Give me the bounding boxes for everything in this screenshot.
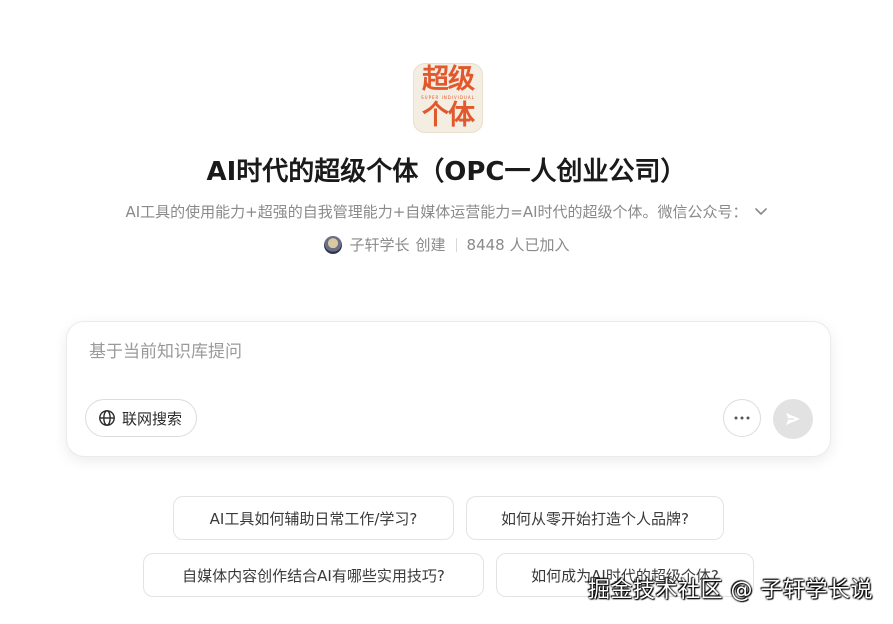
suggestion-chip[interactable]: 如何从零开始打造个人品牌?: [466, 496, 724, 540]
web-search-button[interactable]: 联网搜索: [85, 399, 198, 437]
send-button[interactable]: [773, 399, 813, 439]
description-row[interactable]: AI工具的使用能力+超强的自我管理能力+自媒体运营能力=AI时代的超级个体。微信…: [0, 201, 893, 224]
creator-meta: 子轩学长 创建 8448 人已加入: [0, 234, 893, 256]
member-count: 8448 人已加入: [466, 236, 570, 254]
knowledge-base-logo: 超级 SUPER INDIVIDUAL 个体: [413, 63, 483, 133]
send-icon: [786, 413, 800, 425]
logo-text-top: 超级: [422, 64, 475, 95]
meta-divider: [455, 238, 457, 252]
chevron-down-icon[interactable]: [754, 202, 768, 224]
question-input[interactable]: [89, 342, 789, 362]
ellipsis-icon: [734, 416, 750, 420]
description-text: AI工具的使用能力+超强的自我管理能力+自媒体运营能力=AI时代的超级个体。微信…: [125, 203, 748, 221]
more-options-button[interactable]: [723, 399, 761, 437]
source-watermark: 掘金技术社区 @ 子轩学长说: [588, 578, 873, 603]
logo-text-bottom: 个体: [422, 100, 475, 131]
suggestion-chip[interactable]: 自媒体内容创作结合AI有哪些实用技巧?: [143, 553, 484, 597]
question-composer: 联网搜索: [66, 321, 831, 457]
globe-icon: [99, 410, 115, 426]
page-title: AI时代的超级个体（OPC一人创业公司）: [206, 157, 687, 187]
suggestion-chip[interactable]: AI工具如何辅助日常工作/学习?: [173, 496, 454, 540]
creator-avatar[interactable]: [323, 236, 342, 254]
created-label: 创建: [415, 236, 446, 254]
creator-name[interactable]: 子轩学长: [350, 234, 410, 256]
web-search-label: 联网搜索: [122, 409, 183, 428]
